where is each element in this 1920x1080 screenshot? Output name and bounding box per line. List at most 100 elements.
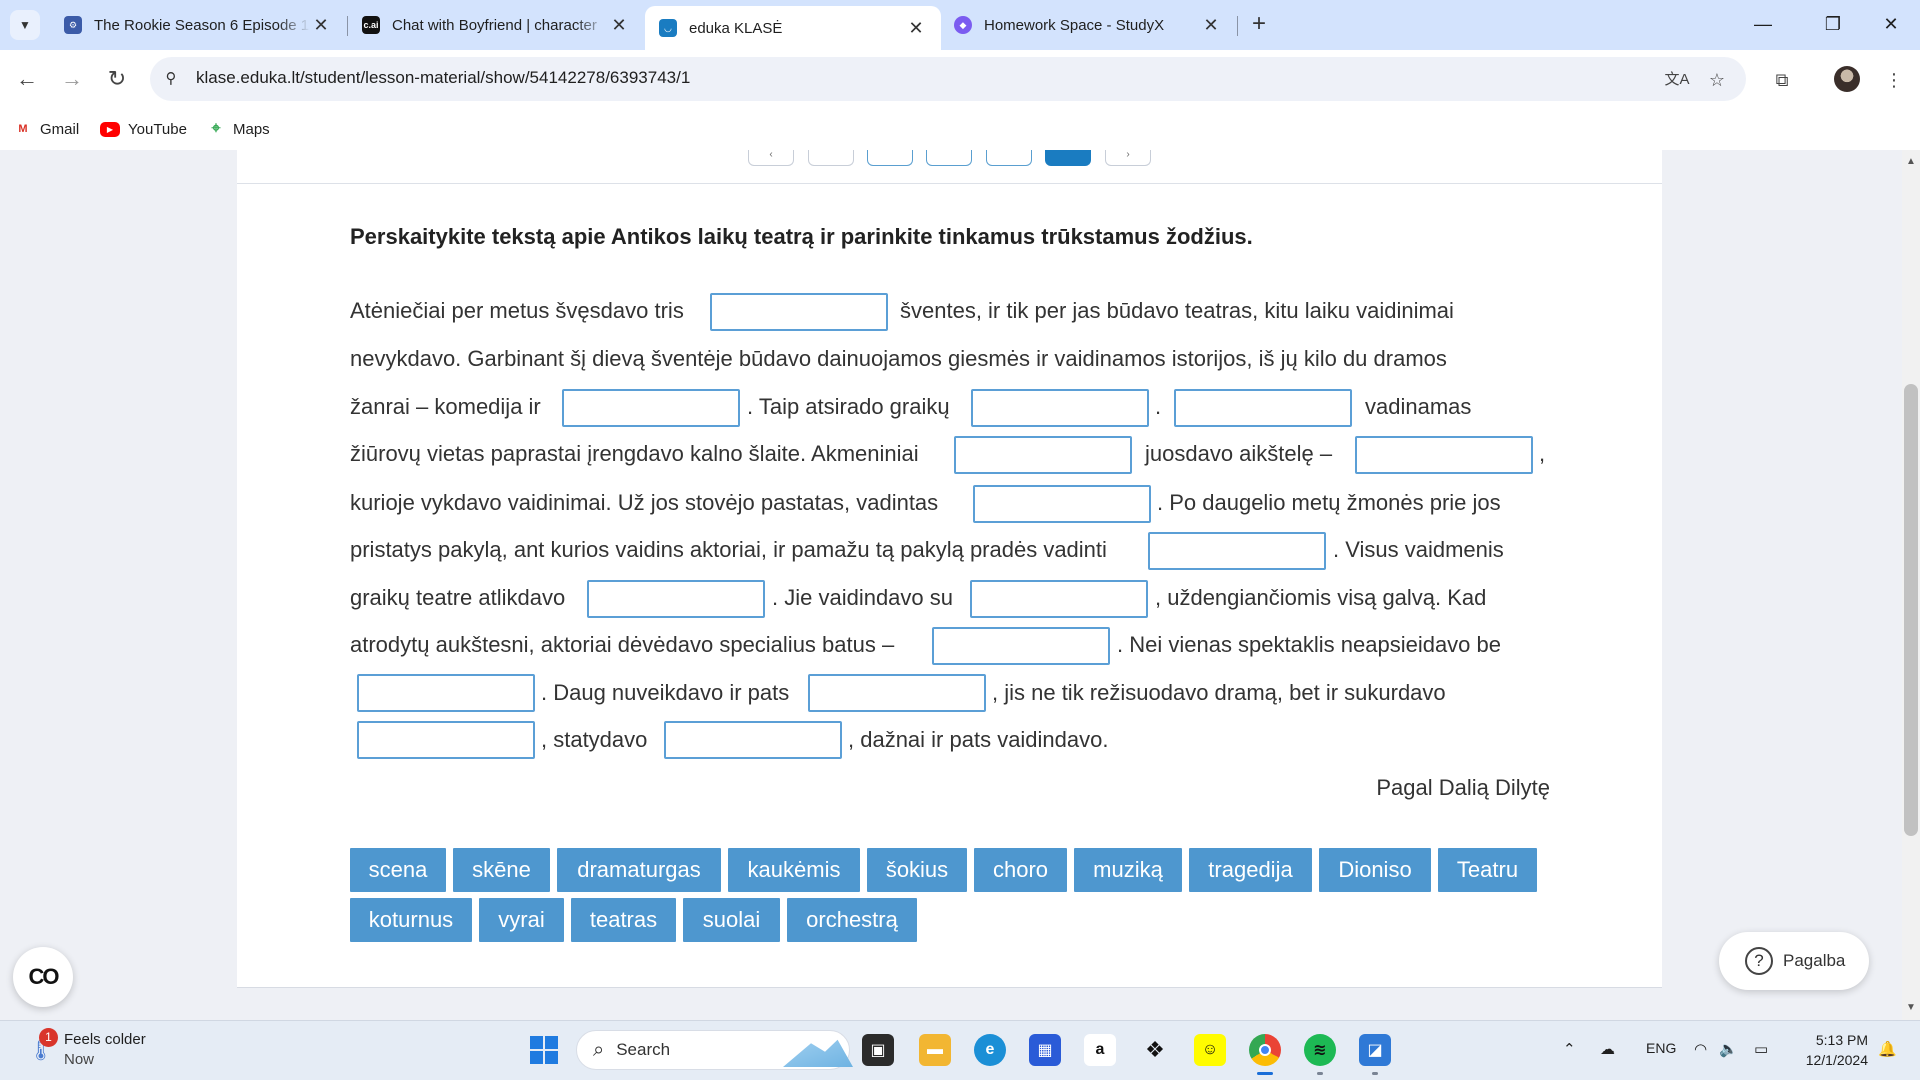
tray-overflow-chevron-icon[interactable]: ⌃: [1563, 1040, 1576, 1058]
dropbox-icon[interactable]: ❖: [1139, 1034, 1171, 1066]
word-chip[interactable]: skēne: [453, 848, 550, 892]
blank-input-1[interactable]: [710, 293, 888, 331]
scroll-up-arrow-icon[interactable]: ▲: [1902, 153, 1920, 171]
weather-widget[interactable]: 🌡 1 Feels colder Now: [24, 1028, 174, 1074]
blank-input-11[interactable]: [932, 627, 1110, 665]
menu-kebab-icon[interactable]: ⋮: [1880, 66, 1908, 94]
scroll-down-arrow-icon[interactable]: ▼: [1902, 999, 1920, 1017]
text-segment: , statydavo: [541, 727, 648, 752]
tab-separator: [1237, 16, 1238, 36]
word-chip[interactable]: kaukėmis: [728, 848, 860, 892]
blank-input-7[interactable]: [973, 485, 1151, 523]
word-chip[interactable]: Teatru: [1438, 848, 1537, 892]
tab-rookie[interactable]: ⚙ The Rookie Season 6 Episode 1: ✕: [50, 6, 346, 44]
volume-icon[interactable]: 🔈: [1719, 1040, 1738, 1058]
weather-title: Feels colder: [64, 1031, 146, 1048]
url-text[interactable]: klase.eduka.lt/student/lesson-material/s…: [196, 68, 690, 88]
word-chip[interactable]: šokius: [867, 848, 967, 892]
battery-icon[interactable]: ▭: [1754, 1040, 1768, 1058]
translate-icon[interactable]: 文A: [1663, 66, 1691, 94]
wifi-icon[interactable]: ◠: [1694, 1040, 1707, 1058]
pager-next-button[interactable]: ›: [1105, 150, 1151, 166]
onedrive-offline-icon[interactable]: ☁: [1600, 1040, 1615, 1058]
bookmark-maps[interactable]: ⌖ Maps: [207, 117, 269, 141]
text-segment: . Visus vaidmenis: [1333, 537, 1504, 562]
pager-page-button[interactable]: [867, 150, 913, 166]
word-chip[interactable]: teatras: [571, 898, 676, 942]
scrollbar-thumb[interactable]: [1904, 384, 1918, 836]
notification-bell-icon[interactable]: 🔔: [1878, 1040, 1897, 1058]
tab-close-icon[interactable]: ✕: [1200, 15, 1222, 36]
blank-input-5[interactable]: [954, 436, 1132, 474]
word-chip[interactable]: dramaturgas: [557, 848, 721, 892]
tab-close-icon[interactable]: ✕: [310, 15, 332, 36]
word-chip[interactable]: scena: [350, 848, 446, 892]
photos-icon[interactable]: ◪: [1359, 1034, 1391, 1066]
tab-eduka-active[interactable]: ◡ eduka KLASĖ ✕: [645, 6, 941, 50]
tab-close-icon[interactable]: ✕: [608, 15, 630, 36]
blank-input-3[interactable]: [971, 389, 1149, 427]
weather-subtitle: Now: [64, 1051, 95, 1068]
word-chip[interactable]: koturnus: [350, 898, 472, 942]
bookmark-youtube[interactable]: ▶ YouTube: [100, 117, 187, 141]
clock-date: 12/1/2024: [1805, 1052, 1868, 1068]
profile-avatar[interactable]: [1834, 66, 1860, 92]
task-view-icon[interactable]: ▣: [862, 1034, 894, 1066]
amazon-icon[interactable]: a: [1084, 1034, 1116, 1066]
word-chip[interactable]: choro: [974, 848, 1067, 892]
minimize-button[interactable]: —: [1740, 8, 1786, 40]
taskbar-clock[interactable]: 5:13 PM 12/1/2024: [1796, 1030, 1868, 1070]
chrome-icon[interactable]: [1249, 1034, 1281, 1066]
pager-page-button[interactable]: [986, 150, 1032, 166]
tab-search-chevron-icon[interactable]: ▼: [10, 10, 40, 40]
bookmark-star-icon[interactable]: ☆: [1703, 66, 1731, 94]
word-chip[interactable]: suolai: [683, 898, 780, 942]
word-chip[interactable]: Dioniso: [1319, 848, 1431, 892]
spotify-icon[interactable]: ≋: [1304, 1034, 1336, 1066]
file-explorer-icon[interactable]: ▬: [919, 1034, 951, 1066]
gmail-icon: M: [18, 123, 28, 135]
snapchat-icon[interactable]: ☺: [1194, 1034, 1226, 1066]
help-button[interactable]: ? Pagalba: [1719, 932, 1869, 990]
restore-button[interactable]: ❐: [1810, 8, 1856, 40]
word-chip[interactable]: tragedija: [1189, 848, 1312, 892]
blank-input-10[interactable]: [970, 580, 1148, 618]
blank-input-2[interactable]: [562, 389, 740, 427]
pager-page-button[interactable]: [808, 150, 854, 166]
edge-browser-icon[interactable]: e: [974, 1034, 1006, 1066]
blank-input-13[interactable]: [808, 674, 986, 712]
pager-page-button[interactable]: [926, 150, 972, 166]
blank-input-6[interactable]: [1355, 436, 1533, 474]
pager-page-current[interactable]: [1045, 150, 1091, 166]
bookmark-gmail[interactable]: M Gmail: [14, 117, 79, 141]
blank-input-9[interactable]: [587, 580, 765, 618]
word-chip[interactable]: vyrai: [479, 898, 564, 942]
reload-icon[interactable]: ↻: [100, 62, 134, 96]
blank-input-15[interactable]: [664, 721, 842, 759]
extensions-puzzle-icon[interactable]: ⧉: [1768, 66, 1796, 94]
taskbar-search-box[interactable]: ⌕ Search: [576, 1030, 853, 1070]
blank-input-14[interactable]: [357, 721, 535, 759]
word-chip[interactable]: orchestrą: [787, 898, 917, 942]
text-segment: nevykdavo. Garbinant šį dievą šventėje b…: [350, 346, 1447, 371]
close-window-button[interactable]: ✕: [1868, 8, 1914, 40]
back-arrow-icon[interactable]: ←: [10, 62, 44, 96]
text-segment: juosdavo aikštelę –: [1145, 441, 1333, 466]
microsoft-store-icon[interactable]: ▦: [1029, 1034, 1061, 1066]
new-tab-button[interactable]: +: [1244, 10, 1274, 40]
tab-character-ai[interactable]: c.ai Chat with Boyfriend | character ✕: [348, 6, 644, 44]
accessibility-widget-button[interactable]: CO: [13, 947, 73, 1007]
blank-input-4[interactable]: [1174, 389, 1352, 427]
site-info-icon[interactable]: ⚲: [158, 66, 184, 92]
pager-prev-button[interactable]: ‹: [748, 150, 794, 166]
blank-input-12[interactable]: [357, 674, 535, 712]
pager-divider: [237, 183, 1662, 184]
word-chip[interactable]: muziką: [1074, 848, 1182, 892]
forward-arrow-icon[interactable]: →: [55, 62, 89, 96]
language-indicator[interactable]: ENG: [1646, 1040, 1676, 1056]
tab-studyx[interactable]: ◆ Homework Space - StudyX ✕: [940, 6, 1236, 44]
search-icon: ⌕: [593, 1038, 605, 1061]
windows-start-icon[interactable]: [528, 1034, 560, 1066]
tab-close-icon[interactable]: ✕: [905, 18, 927, 39]
blank-input-8[interactable]: [1148, 532, 1326, 570]
